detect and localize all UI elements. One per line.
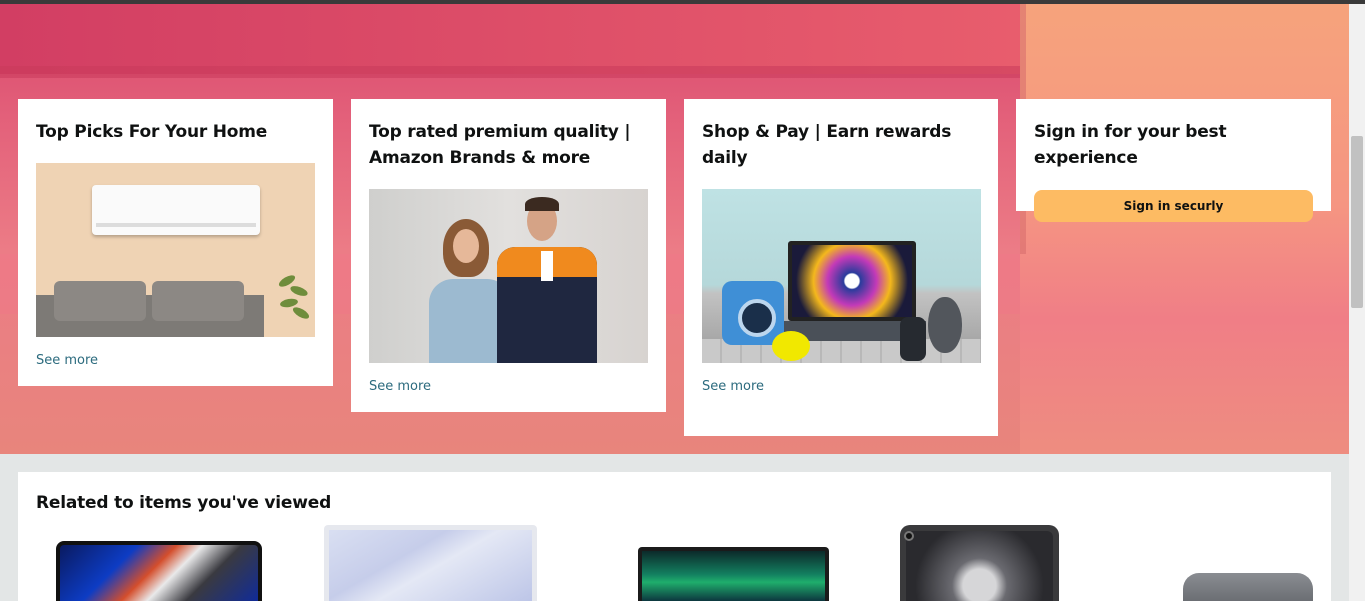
air-conditioner [92, 185, 260, 235]
tablet-image [906, 531, 1053, 601]
see-more-link[interactable]: See more [702, 379, 980, 394]
model-man [497, 247, 597, 363]
card-shop-pay: Shop & Pay | Earn rewards daily See more [684, 99, 998, 436]
camera-lens [904, 531, 914, 541]
see-more-link[interactable]: See more [369, 379, 648, 394]
gadgets-image[interactable] [702, 189, 981, 363]
mouse [928, 297, 962, 353]
card-top-picks-home: Top Picks For Your Home See more [18, 99, 333, 386]
card-title: Top rated premium quality | Amazon Brand… [369, 122, 631, 168]
vertical-scrollbar[interactable] [1349, 4, 1365, 601]
laptop-image [60, 545, 258, 601]
related-items-section: Related to items you've viewed [18, 472, 1331, 601]
earbuds-case [772, 331, 810, 361]
instant-camera [722, 281, 784, 345]
product-mac-mini[interactable] [1183, 573, 1313, 601]
card-title: Shop & Pay | Earn rewards daily [702, 122, 952, 168]
hero-shadow [0, 66, 1020, 78]
plant [274, 273, 314, 337]
product-imac[interactable] [324, 525, 537, 601]
card-premium-brands: Top rated premium quality | Amazon Brand… [351, 99, 666, 412]
sofa [36, 281, 264, 337]
monitor-image [329, 530, 532, 601]
signin-button[interactable]: Sign in securly [1034, 190, 1313, 222]
home-ac-image[interactable] [36, 163, 315, 337]
section-title: Related to items you've viewed [36, 493, 332, 513]
signin-title: Sign in for your best experience [1034, 122, 1227, 168]
product-macbook-air[interactable] [638, 547, 829, 601]
hero-band [0, 4, 1020, 74]
card-title: Top Picks For Your Home [36, 122, 268, 142]
product-macbook-pro[interactable] [56, 541, 262, 601]
fitness-band [900, 317, 926, 361]
see-more-link[interactable]: See more [36, 353, 315, 368]
laptop-screen [788, 241, 916, 321]
laptop-image [642, 551, 825, 601]
hero-right-panel [1020, 4, 1349, 454]
card-signin: Sign in for your best experience Sign in… [1016, 99, 1331, 222]
product-ipad[interactable] [900, 525, 1059, 601]
scrollbar-thumb[interactable] [1351, 136, 1363, 308]
fashion-image[interactable] [369, 189, 648, 363]
